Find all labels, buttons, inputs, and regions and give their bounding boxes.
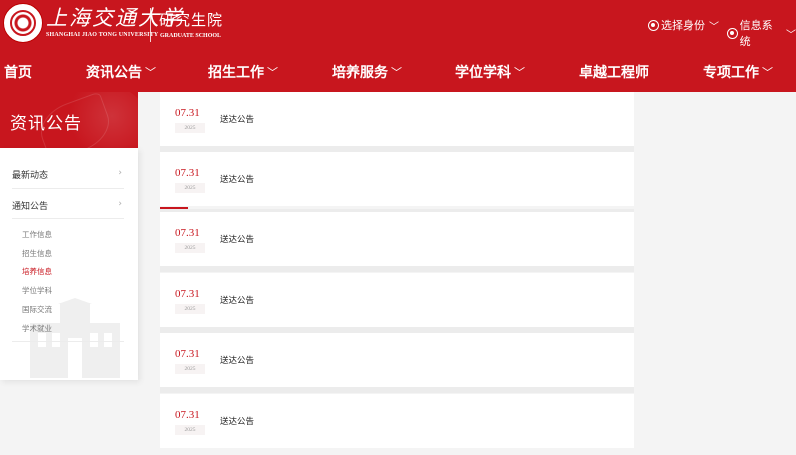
sidebar-subitem-international[interactable]: 国际交流	[22, 304, 52, 315]
sidebar-divider	[12, 218, 124, 219]
university-name-en: SHANGHAI JIAO TONG UNIVERSITY	[46, 32, 159, 38]
news-item[interactable]: 07.31 2025 送达公告	[160, 92, 634, 152]
news-year: 2025	[175, 183, 205, 193]
chevron-down-icon: ﹀	[786, 29, 796, 41]
sidebar-divider	[12, 188, 124, 189]
news-day: 07.31	[175, 348, 200, 360]
sidebar-subitem-degrees[interactable]: 学位学科	[22, 285, 52, 296]
nav-admissions[interactable]: 招生工作 ﹀	[208, 62, 278, 82]
nav-label: 首页	[4, 65, 32, 81]
sidebar-panel: 最新动态 › 通知公告 › 工作信息 招生信息 培养信息 学位学科 国际交流 学…	[0, 148, 138, 380]
info-system-label: 信息系统	[739, 19, 773, 48]
news-item[interactable]: 07.31 2025 送达公告	[160, 394, 634, 448]
sidebar-title: 资讯公告	[10, 114, 82, 134]
news-title[interactable]: 送达公告	[220, 233, 254, 245]
select-identity-label: 选择身份	[661, 19, 705, 32]
page: 上海交通大学 SHANGHAI JIAO TONG UNIVERSITY 研究生…	[0, 0, 796, 455]
nav-label: 资讯公告	[86, 65, 142, 81]
nav-label: 招生工作	[208, 65, 264, 81]
news-year: 2025	[175, 123, 205, 133]
news-day: 07.31	[175, 167, 200, 179]
news-year: 2025	[175, 364, 205, 374]
chevron-right-icon: ›	[118, 199, 122, 209]
main-nav: 首页 资讯公告 ﹀ 招生工作 ﹀ 培养服务 ﹀ 学位学科 ﹀ 卓越工程师 专项工作 ﹀	[0, 50, 796, 92]
top-header: 上海交通大学 SHANGHAI JIAO TONG UNIVERSITY 研究生…	[0, 0, 796, 50]
chevron-down-icon: ﹀	[514, 66, 525, 79]
item-separator	[160, 387, 634, 393]
news-day: 07.31	[175, 227, 200, 239]
nav-news[interactable]: 资讯公告 ﹀	[86, 62, 156, 82]
nav-label: 专项工作	[703, 65, 759, 81]
sidebar-item-notices[interactable]: 通知公告 ›	[12, 199, 124, 212]
select-identity-link[interactable]: 选择身份 ﹀	[648, 17, 719, 33]
sidebar-subitem-academic[interactable]: 学术就业	[22, 323, 52, 334]
news-day: 07.31	[175, 107, 200, 119]
news-item[interactable]: 07.31 2025 送达公告	[160, 152, 634, 212]
chevron-down-icon: ﹀	[145, 66, 156, 79]
nav-home[interactable]: 首页	[4, 62, 32, 82]
news-year: 2025	[175, 425, 205, 435]
news-item[interactable]: 07.31 2025 送达公告	[160, 212, 634, 272]
news-title[interactable]: 送达公告	[220, 415, 254, 427]
university-seal-logo[interactable]	[4, 4, 42, 42]
nav-degrees[interactable]: 学位学科 ﹀	[455, 62, 525, 82]
sidebar-item-label: 最新动态	[12, 171, 49, 181]
news-item[interactable]: 07.31 2025 送达公告	[160, 273, 634, 333]
sidebar-subitem-admissions[interactable]: 招生信息	[22, 248, 52, 259]
chevron-down-icon: ﹀	[762, 66, 773, 79]
logo-divider	[150, 8, 151, 42]
nav-label: 卓越工程师	[579, 65, 649, 81]
news-day: 07.31	[175, 409, 200, 421]
news-item[interactable]: 07.31 2025 送达公告	[160, 333, 634, 393]
nav-excellent-engineer[interactable]: 卓越工程师	[579, 62, 649, 82]
sidebar-item-label: 通知公告	[12, 202, 49, 212]
sidebar-item-latest[interactable]: 最新动态 ›	[12, 168, 124, 181]
user-circle-icon	[648, 19, 659, 31]
nav-special-work[interactable]: 专项工作 ﹀	[703, 62, 773, 82]
grid-circle-icon	[727, 27, 738, 39]
news-year: 2025	[175, 243, 205, 253]
news-year: 2025	[175, 304, 205, 314]
info-system-link[interactable]: 信息系统 ﹀	[727, 17, 796, 49]
news-title[interactable]: 送达公告	[220, 173, 254, 185]
sidebar-subitem-work[interactable]: 工作信息	[22, 229, 52, 240]
chevron-down-icon: ﹀	[267, 66, 278, 79]
sidebar-subitem-training[interactable]: 培养信息	[22, 266, 52, 277]
item-separator	[160, 266, 634, 272]
sidebar-divider	[12, 341, 124, 342]
news-day: 07.31	[175, 288, 200, 300]
chevron-right-icon: ›	[118, 168, 122, 178]
chevron-down-icon: ﹀	[391, 66, 402, 79]
nav-training[interactable]: 培养服务 ﹀	[332, 62, 402, 82]
chevron-down-icon: ﹀	[709, 21, 719, 33]
news-title[interactable]: 送达公告	[220, 113, 254, 125]
school-name-cn[interactable]: 研究生院	[159, 9, 223, 30]
nav-label: 学位学科	[455, 65, 511, 81]
nav-label: 培养服务	[332, 65, 388, 81]
news-title[interactable]: 送达公告	[220, 354, 254, 366]
school-name-en: GRADUATE SCHOOL	[160, 33, 222, 39]
news-title[interactable]: 送达公告	[220, 294, 254, 306]
sidebar-banner: 资讯公告	[0, 92, 138, 148]
